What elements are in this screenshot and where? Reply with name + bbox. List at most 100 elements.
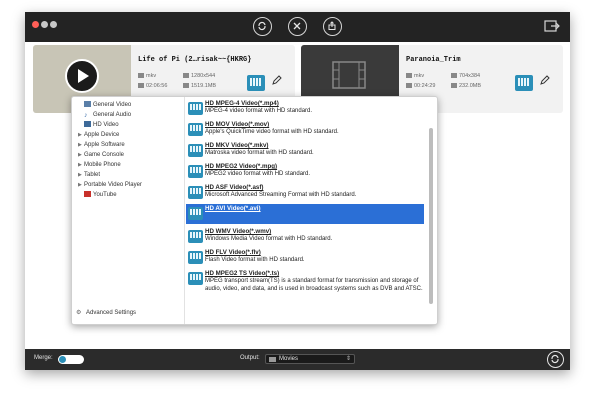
merge-label: Merge: bbox=[34, 355, 53, 361]
category-label: HD Video bbox=[93, 122, 119, 128]
format-description: MPEG2 video format with HD standard. bbox=[205, 171, 311, 177]
resolution-icon bbox=[183, 73, 189, 79]
category-label: General Video bbox=[93, 102, 132, 108]
format-icon bbox=[406, 73, 412, 79]
film-icon bbox=[84, 101, 91, 107]
size-icon bbox=[451, 83, 457, 89]
format-item-mkv[interactable]: HD MKV Video(*.mkv) Matroska video format… bbox=[186, 141, 424, 159]
convert-toolbar-button[interactable] bbox=[253, 17, 272, 36]
tools-icon bbox=[293, 22, 301, 30]
format-list-scrollbar[interactable] bbox=[428, 100, 434, 321]
merge-toggle[interactable] bbox=[58, 355, 84, 364]
format-name: HD WMV Video(*.wmv) bbox=[205, 228, 272, 235]
file-format: mkv bbox=[138, 73, 156, 79]
format-name: HD AVI Video(*.avi) bbox=[205, 205, 261, 212]
category-portable-video-player[interactable]: ▶ Portable Video Player bbox=[78, 181, 142, 190]
category-general-video[interactable]: General Video bbox=[78, 101, 131, 110]
advanced-settings-button[interactable]: ⚙ Advanced Settings bbox=[76, 309, 136, 316]
category-label: General Audio bbox=[93, 112, 132, 118]
category-youtube[interactable]: YouTube bbox=[84, 191, 117, 200]
format-description: Windows Media Video format with HD stand… bbox=[205, 236, 333, 242]
format-description: MPEG transport stream(TS) is a standard … bbox=[205, 278, 423, 292]
file-format-value: mkv bbox=[414, 73, 425, 79]
edit-icon[interactable] bbox=[539, 75, 550, 86]
file-resolution-value: 1280x544 bbox=[191, 73, 216, 79]
category-mobile-phone[interactable]: ▶ Mobile Phone bbox=[78, 161, 121, 170]
chevron-updown-icon: ⇕ bbox=[345, 356, 351, 362]
format-dropdown: General Video ♪ General Audio HD Video ▶ A… bbox=[71, 96, 438, 325]
file-duration-value: 00:24:29 bbox=[414, 83, 436, 89]
category-apple-software[interactable]: ▶ Apple Software bbox=[78, 141, 125, 150]
format-item-mov[interactable]: HD MOV Video(*.mov) Apple's QuickTime vid… bbox=[186, 120, 424, 138]
format-description: Apple's QuickTime video format with HD s… bbox=[205, 129, 339, 135]
music-icon: ♪ bbox=[84, 112, 88, 119]
format-name: HD MPEG2 Video(*.mpg) bbox=[205, 163, 278, 170]
format-item-flv[interactable]: HD FLV Video(*.flv) Flash Video format wi… bbox=[186, 248, 424, 266]
format-item-wmv[interactable]: HD WMV Video(*.wmv) Windows Media Video f… bbox=[186, 227, 424, 245]
share-toolbar-button[interactable] bbox=[323, 17, 342, 36]
film-strip-icon bbox=[332, 61, 366, 89]
hd-video-icon bbox=[188, 123, 203, 136]
tools-toolbar-button[interactable] bbox=[288, 17, 307, 36]
format-name: HD MPEG-4 Video(*.mp4) bbox=[205, 100, 279, 107]
gear-icon: ⚙ bbox=[76, 310, 82, 316]
youtube-icon bbox=[84, 191, 91, 197]
file-duration-value: 02:06:56 bbox=[146, 83, 168, 89]
file-list-area: Life of Pi (2…risak~~{HKRG} mkv 1280x544… bbox=[25, 42, 570, 349]
file-format-value: mkv bbox=[146, 73, 157, 79]
format-item-ts[interactable]: HD MPEG2 TS Video(*.ts) MPEG transport st… bbox=[186, 269, 424, 303]
output-folder-select[interactable]: Movies ⇕ bbox=[265, 354, 355, 364]
format-name: HD MPEG2 TS Video(*.ts) bbox=[205, 270, 280, 277]
clock-icon bbox=[138, 83, 144, 89]
share-icon bbox=[328, 21, 336, 30]
hd-video-icon bbox=[188, 165, 203, 178]
hd-video-icon bbox=[188, 272, 203, 285]
file-duration: 02:06:56 bbox=[138, 83, 167, 89]
export-icon[interactable] bbox=[544, 19, 560, 33]
file-title: Paranoia_Trim bbox=[406, 56, 461, 64]
category-game-console[interactable]: ▶ Game Console bbox=[78, 151, 124, 160]
app-window: Life of Pi (2…risak~~{HKRG} mkv 1280x544… bbox=[25, 12, 570, 370]
output-format-icon[interactable] bbox=[515, 75, 533, 91]
convert-icon bbox=[551, 354, 559, 364]
file-size-value: 1519.1MB bbox=[191, 83, 217, 89]
category-apple-device[interactable]: ▶ Apple Device bbox=[78, 131, 119, 140]
file-size-value: 232.0MB bbox=[459, 83, 482, 89]
clock-icon bbox=[406, 83, 412, 89]
format-item-asf[interactable]: HD ASF Video(*.asf) Microsoft Advanced St… bbox=[186, 183, 424, 201]
hd-video-icon bbox=[188, 186, 203, 199]
category-label: Tablet bbox=[84, 172, 101, 178]
zoom-window-button[interactable] bbox=[50, 21, 57, 28]
category-label: Mobile Phone bbox=[84, 162, 121, 168]
resolution-icon bbox=[451, 73, 457, 79]
hd-video-icon bbox=[188, 207, 203, 220]
output-format-icon[interactable] bbox=[247, 75, 265, 91]
format-item-avi[interactable]: HD AVI Video(*.avi) bbox=[186, 204, 424, 224]
category-label: Portable Video Player bbox=[84, 182, 142, 188]
format-name: HD MOV Video(*.mov) bbox=[205, 121, 270, 128]
scrollbar-thumb[interactable] bbox=[429, 128, 433, 304]
file-duration: 00:24:29 bbox=[406, 83, 435, 89]
category-general-audio[interactable]: ♪ General Audio bbox=[78, 111, 131, 120]
format-item-mpg[interactable]: HD MPEG2 Video(*.mpg) MPEG2 video format … bbox=[186, 162, 424, 180]
hd-icon bbox=[84, 121, 91, 127]
folder-icon bbox=[269, 357, 276, 362]
bottom-bar: Merge: Output: Movies ⇕ bbox=[25, 349, 570, 370]
format-icon bbox=[138, 73, 144, 79]
category-label: Apple Software bbox=[84, 142, 125, 148]
file-title: Life of Pi (2…risak~~{HKRG} bbox=[138, 56, 252, 64]
edit-icon[interactable] bbox=[271, 75, 282, 86]
hd-video-icon bbox=[188, 144, 203, 157]
play-button[interactable] bbox=[65, 59, 99, 93]
advanced-settings-label: Advanced Settings bbox=[86, 310, 137, 316]
file-resolution: 1280x544 bbox=[183, 73, 215, 79]
minimize-window-button[interactable] bbox=[41, 21, 48, 28]
close-window-button[interactable] bbox=[32, 21, 39, 28]
output-folder-value: Movies bbox=[279, 356, 299, 362]
format-item-mp4[interactable]: HD MPEG-4 Video(*.mp4) MPEG-4 video forma… bbox=[186, 99, 424, 117]
output-label: Output: bbox=[240, 355, 260, 361]
convert-button[interactable] bbox=[547, 351, 564, 368]
category-tablet[interactable]: ▶ Tablet bbox=[78, 171, 100, 180]
category-hd-video[interactable]: HD Video bbox=[78, 121, 119, 130]
format-name: HD MKV Video(*.mkv) bbox=[205, 142, 269, 149]
